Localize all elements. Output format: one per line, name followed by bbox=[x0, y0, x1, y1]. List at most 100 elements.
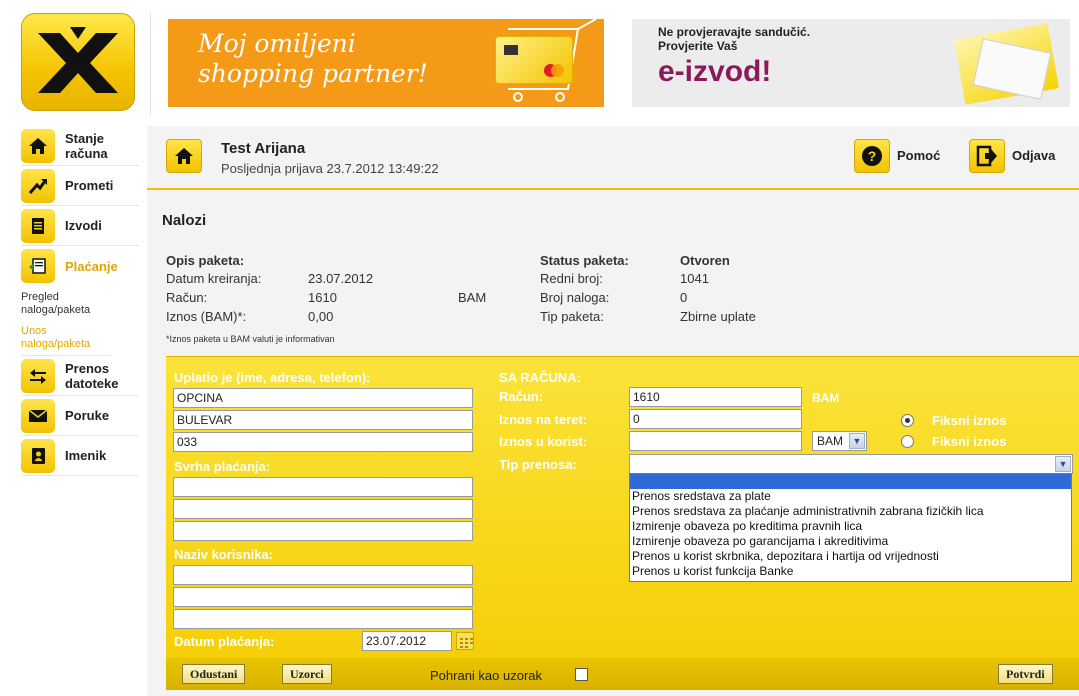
templates-button[interactable]: Uzorci bbox=[282, 664, 332, 684]
sidebar-item-prenos-datoteke[interactable]: Prenos datoteke bbox=[21, 356, 139, 396]
payer-line-1-input[interactable]: OPCINA bbox=[173, 388, 473, 408]
from-account-currency: BAM bbox=[812, 391, 840, 405]
purpose-label: Svrha plaćanja: bbox=[174, 459, 271, 474]
sidebar-item-prometi[interactable]: Prometi bbox=[21, 166, 139, 206]
serial-number-label: Redni broj: bbox=[540, 271, 603, 286]
sidebar-item-imenik[interactable]: Imenik bbox=[21, 436, 139, 476]
from-account-heading: SA RAČUNA: bbox=[499, 370, 581, 385]
sidebar-item-label: Plaćanje bbox=[65, 258, 118, 274]
payment-date-input[interactable]: 23.07.2012 bbox=[362, 631, 452, 651]
beneficiary-label: Naziv korisnika: bbox=[174, 547, 273, 562]
logout-button[interactable] bbox=[969, 139, 1005, 173]
dropdown-option-empty[interactable] bbox=[630, 474, 1071, 489]
eizvod-line1: Ne provjeravajte sandučić. bbox=[658, 25, 811, 39]
credit-currency-select[interactable]: BAM ▼ bbox=[812, 431, 867, 451]
sidebar-item-label: Izvodi bbox=[65, 218, 102, 233]
envelope-icon bbox=[21, 398, 55, 433]
eizvod-headline: e-izvod! bbox=[658, 55, 772, 88]
dropdown-option[interactable]: Izmirenje obaveza po garancijama i akred… bbox=[630, 534, 1071, 549]
beneficiary-line-1-input[interactable] bbox=[173, 565, 473, 585]
from-account-input[interactable]: 1610 bbox=[629, 387, 802, 407]
beneficiary-line-2-input[interactable] bbox=[173, 587, 473, 607]
created-date-label: Datum kreiranja: bbox=[166, 271, 262, 286]
fixed-amount-label-2: Fiksni iznos bbox=[932, 434, 1007, 449]
shopping-slogan: Moj omiljeni shopping partner! bbox=[198, 29, 458, 89]
purpose-line-1-input[interactable] bbox=[173, 477, 473, 497]
sidebar-subitem-pregled[interactable]: Pregled naloga/paketa bbox=[21, 286, 111, 320]
eizvod-banner[interactable]: Ne provjeravajte sandučić. Provjerite Va… bbox=[632, 19, 1070, 107]
account-value: 1610 bbox=[308, 290, 337, 305]
account-currency: BAM bbox=[458, 290, 487, 305]
payment-icon bbox=[21, 249, 55, 283]
fixed-amount-radio-2[interactable] bbox=[901, 435, 914, 448]
dropdown-option[interactable]: Prenos u korist funkcija Banke bbox=[630, 564, 1071, 579]
package-type-value: Zbirne uplate bbox=[680, 309, 756, 324]
order-count-label: Broj naloga: bbox=[540, 290, 610, 305]
transfer-icon bbox=[21, 358, 55, 393]
logout-label[interactable]: Odjava bbox=[1012, 148, 1055, 163]
sidebar-item-label: Stanje računa bbox=[65, 130, 108, 161]
purpose-line-2-input[interactable] bbox=[173, 499, 473, 519]
chevron-down-icon: ▼ bbox=[849, 433, 865, 449]
fixed-amount-radio-1[interactable] bbox=[901, 414, 914, 427]
order-count-value: 0 bbox=[680, 290, 688, 305]
package-status-value: Otvoren bbox=[680, 253, 730, 268]
credit-amount-label: Iznos u korist: bbox=[499, 434, 588, 449]
created-date-value: 23.07.2012 bbox=[308, 271, 374, 286]
home-icon bbox=[21, 128, 55, 163]
sidebar-item-label: Prenos datoteke bbox=[65, 360, 119, 391]
form-action-bar: Odustani Uzorci Pohrani kao uzorak Potvr… bbox=[166, 658, 1079, 690]
help-icon: ? bbox=[862, 146, 882, 166]
transfer-type-label: Tip prenosa: bbox=[499, 457, 577, 472]
cancel-button[interactable]: Odustani bbox=[182, 664, 246, 684]
payer-line-3-input[interactable]: 033 bbox=[173, 432, 473, 452]
sidebar-item-placanje[interactable]: Plaćanje bbox=[21, 246, 139, 286]
help-button[interactable]: ? bbox=[854, 139, 890, 173]
home-button[interactable] bbox=[166, 139, 202, 173]
contacts-icon bbox=[21, 438, 55, 473]
svg-text:?: ? bbox=[868, 148, 877, 164]
package-description-label: Opis paketa: bbox=[166, 253, 245, 268]
user-name: Test Arijana bbox=[221, 140, 306, 157]
confirm-button[interactable]: Potvrdi bbox=[998, 664, 1053, 684]
save-template-checkbox[interactable] bbox=[575, 668, 588, 681]
debit-amount-input[interactable]: 0 bbox=[629, 409, 802, 429]
raiffeisen-logo[interactable] bbox=[21, 13, 135, 111]
from-account-label: Račun: bbox=[499, 389, 544, 404]
credit-amount-input[interactable] bbox=[629, 431, 802, 451]
document-icon bbox=[21, 208, 55, 243]
last-login: Posljednja prijava 23.7.2012 13:49:22 bbox=[221, 161, 439, 176]
save-template-label: Pohrani kao uzorak bbox=[430, 668, 543, 683]
dropdown-option[interactable]: Prenos sredstava za plate bbox=[630, 489, 1071, 504]
sidebar-item-stanje-racuna[interactable]: Stanje računa bbox=[21, 126, 139, 166]
sidebar-item-poruke[interactable]: Poruke bbox=[21, 396, 139, 436]
home-icon bbox=[175, 148, 193, 164]
sidebar-subitem-unos[interactable]: Unos naloga/paketa bbox=[21, 320, 111, 356]
trend-icon bbox=[21, 168, 55, 203]
raiffeisen-gable-icon bbox=[38, 27, 118, 93]
dropdown-option[interactable]: Prenos sredstava za plaćanje administrat… bbox=[630, 504, 1071, 519]
package-status-label: Status paketa: bbox=[540, 253, 629, 268]
sidebar-item-izvodi[interactable]: Izvodi bbox=[21, 206, 139, 246]
shopping-banner[interactable]: Moj omiljeni shopping partner! bbox=[168, 19, 604, 107]
help-label[interactable]: Pomoć bbox=[897, 148, 940, 163]
purpose-line-3-input[interactable] bbox=[173, 521, 473, 541]
credit-card-image bbox=[495, 36, 573, 84]
chevron-down-icon: ▼ bbox=[1055, 456, 1071, 472]
dropdown-option[interactable]: Prenos u korist skrbnika, depozitara i h… bbox=[630, 549, 1071, 564]
shopping-slogan-text: Moj omiljeni shopping partner! bbox=[198, 29, 428, 88]
amount-value: 0,00 bbox=[308, 309, 334, 324]
package-type-label: Tip paketa: bbox=[540, 309, 604, 324]
card-chip bbox=[504, 45, 518, 55]
payer-line-2-input[interactable]: BULEVAR bbox=[173, 410, 473, 430]
header-divider bbox=[150, 12, 151, 116]
eizvod-line2: Provjerite Vaš bbox=[658, 39, 738, 53]
account-label: Račun: bbox=[166, 290, 208, 305]
calendar-icon[interactable] bbox=[456, 632, 474, 650]
debit-amount-label: Iznos na teret: bbox=[499, 412, 588, 427]
transfer-type-select[interactable]: ▼ bbox=[629, 454, 1073, 474]
sidebar-nav: Stanje računa Prometi Izvodi Plaćanje Pr… bbox=[21, 126, 139, 476]
dropdown-option[interactable]: Izmirenje obaveza po kreditima pravnih l… bbox=[630, 519, 1071, 534]
beneficiary-line-3-input[interactable] bbox=[173, 609, 473, 629]
info-note: *Iznos paketa u BAM valuti je informativ… bbox=[166, 334, 335, 344]
